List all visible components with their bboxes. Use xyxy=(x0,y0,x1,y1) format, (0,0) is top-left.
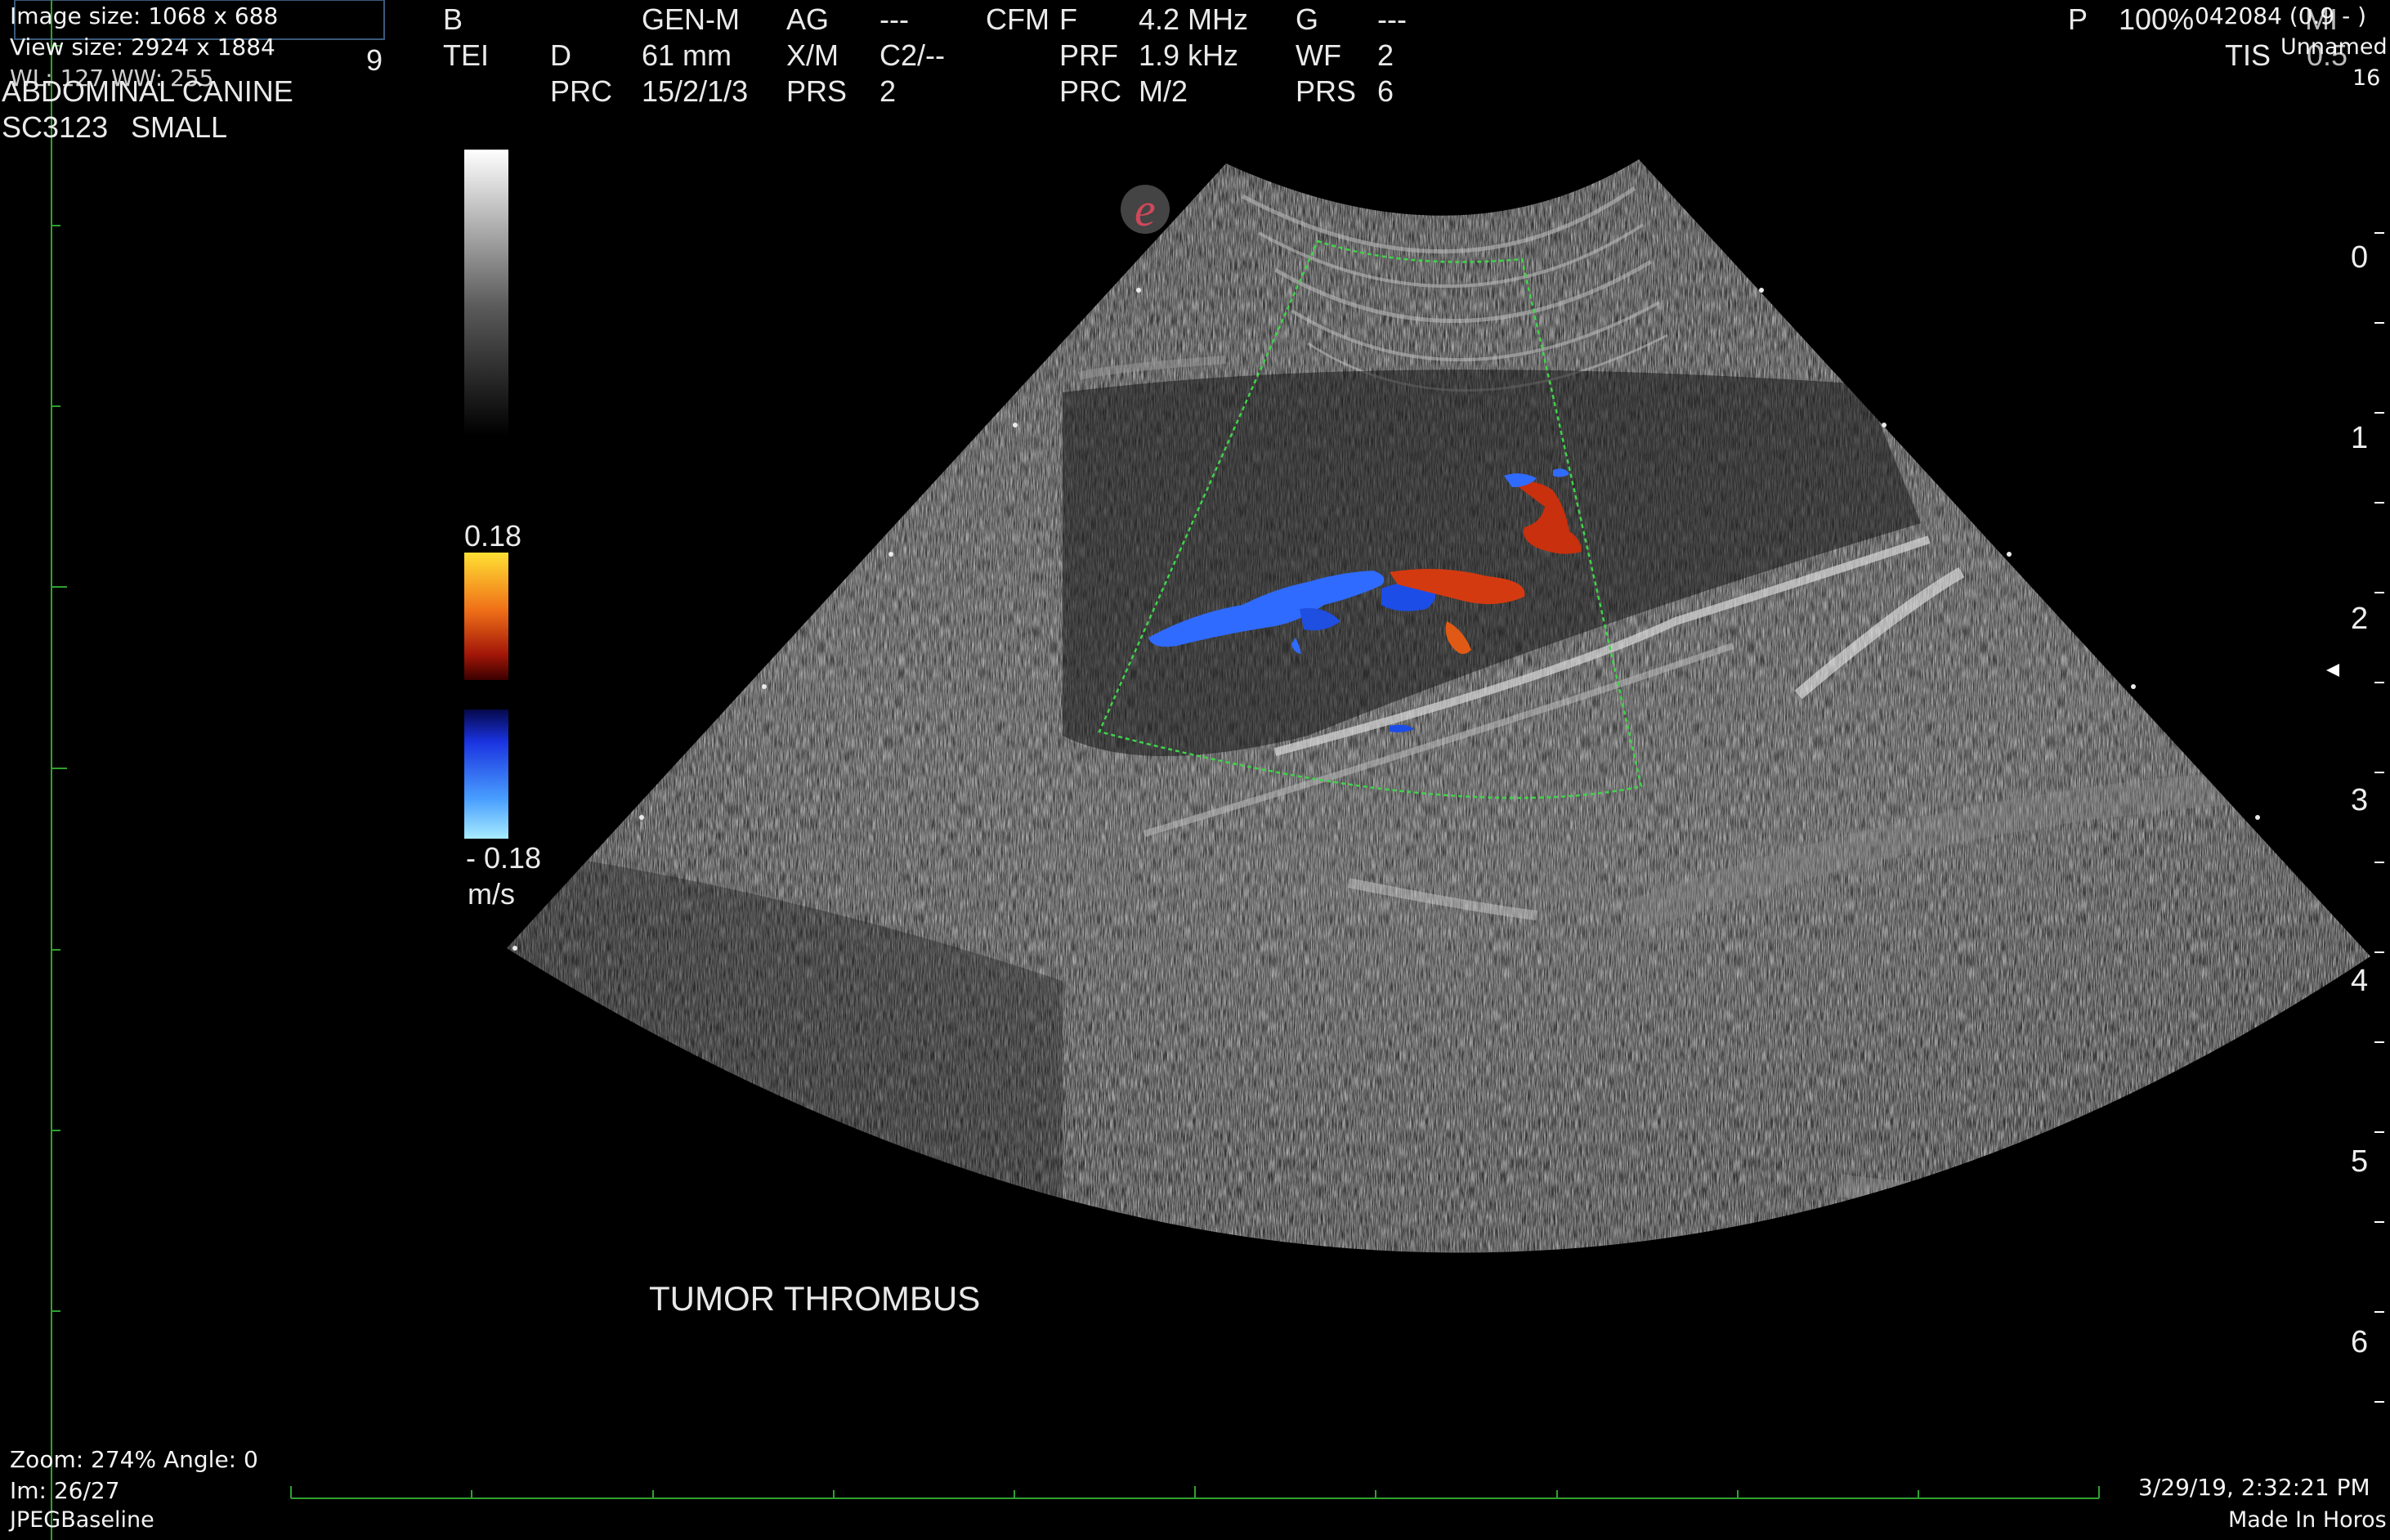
size-label: SMALL xyxy=(131,110,228,144)
param-preset: GEN-M xyxy=(642,2,740,36)
probe-label: SC3123 xyxy=(2,110,109,144)
param-prc-cfm-value: M/2 xyxy=(1139,74,1188,108)
param-prs-value: 2 xyxy=(879,74,897,108)
param-prf: PRF xyxy=(1059,38,1118,72)
param-xm: X/M xyxy=(786,38,839,72)
depth-label-2: 2 xyxy=(2351,602,2369,636)
param-power: 100% xyxy=(2119,2,2195,36)
param-f: F xyxy=(1059,2,1077,36)
focus-marker-icon xyxy=(2326,664,2339,677)
param-ag-value: --- xyxy=(879,2,909,36)
param-d: D xyxy=(550,38,571,72)
logo-e-icon: e xyxy=(1121,183,1170,236)
param-tei: TEI xyxy=(443,38,490,72)
image-index-label: Im: 26/27 xyxy=(10,1477,120,1504)
param-xm-value: C2/-- xyxy=(879,38,945,72)
param-wf: WF xyxy=(1296,38,1341,72)
param-prf-value: 1.9 kHz xyxy=(1139,38,1239,72)
patient-name-label: Unnamed xyxy=(2280,34,2388,60)
depth-label-1: 1 xyxy=(2351,421,2369,455)
velocity-max-label: 0.18 xyxy=(464,519,522,553)
depth-label-5: 5 xyxy=(2351,1144,2369,1179)
svg-text:e: e xyxy=(1135,183,1156,236)
param-prs-cfm: PRS xyxy=(1296,74,1357,108)
datetime-label: 3/29/19, 2:32:21 PM xyxy=(2138,1474,2370,1501)
depth-label-4: 4 xyxy=(2351,964,2369,998)
param-prc: PRC xyxy=(550,74,613,108)
made-in-label: Made In Horos xyxy=(2228,1507,2387,1533)
velocity-unit-label: m/s xyxy=(468,877,515,911)
image-size-label: Image size: 1068 x 688 xyxy=(10,2,279,29)
series-number-label: 16 xyxy=(2352,65,2381,91)
velocity-min-label: - 0.18 xyxy=(466,841,542,875)
zoom-angle-label: Zoom: 274% Angle: 0 xyxy=(10,1446,258,1473)
param-g: G xyxy=(1296,2,1319,36)
param-depth: 61 mm xyxy=(642,38,732,72)
annotation-text: TUMOR THROMBUS xyxy=(649,1279,981,1318)
param-mode: B xyxy=(443,2,463,36)
compression-label: JPEGBaseline xyxy=(10,1507,154,1533)
patient-id-label: 042084 (0.9 - ) xyxy=(2195,2,2367,29)
study-label: ABDOMINAL CANINE xyxy=(2,74,293,108)
param-prc-value: 15/2/1/3 xyxy=(642,74,749,108)
depth-label-0: 0 xyxy=(2351,240,2369,275)
param-p: P xyxy=(2068,2,2088,36)
param-prs-cfm-value: 6 xyxy=(1377,74,1394,108)
param-cfm: CFM xyxy=(986,2,1050,36)
depth-label-6: 6 xyxy=(2351,1325,2369,1359)
param-wf-value: 2 xyxy=(1377,38,1394,72)
param-frequency: 4.2 MHz xyxy=(1139,2,1249,36)
frame-rate-label: 9 xyxy=(366,43,383,77)
param-tis: TIS xyxy=(2225,38,2271,72)
param-ag: AG xyxy=(786,2,830,36)
param-prs: PRS xyxy=(786,74,848,108)
ultrasound-image: e xyxy=(14,0,2384,1540)
depth-label-3: 3 xyxy=(2351,783,2369,817)
param-g-value: --- xyxy=(1377,2,1407,36)
param-prc-cfm: PRC xyxy=(1059,74,1122,108)
view-size-label: View size: 2924 x 1884 xyxy=(10,34,275,60)
ultrasound-viewer[interactable]: e Image size: 1068 x 688 View size: 2924… xyxy=(0,0,2390,1540)
